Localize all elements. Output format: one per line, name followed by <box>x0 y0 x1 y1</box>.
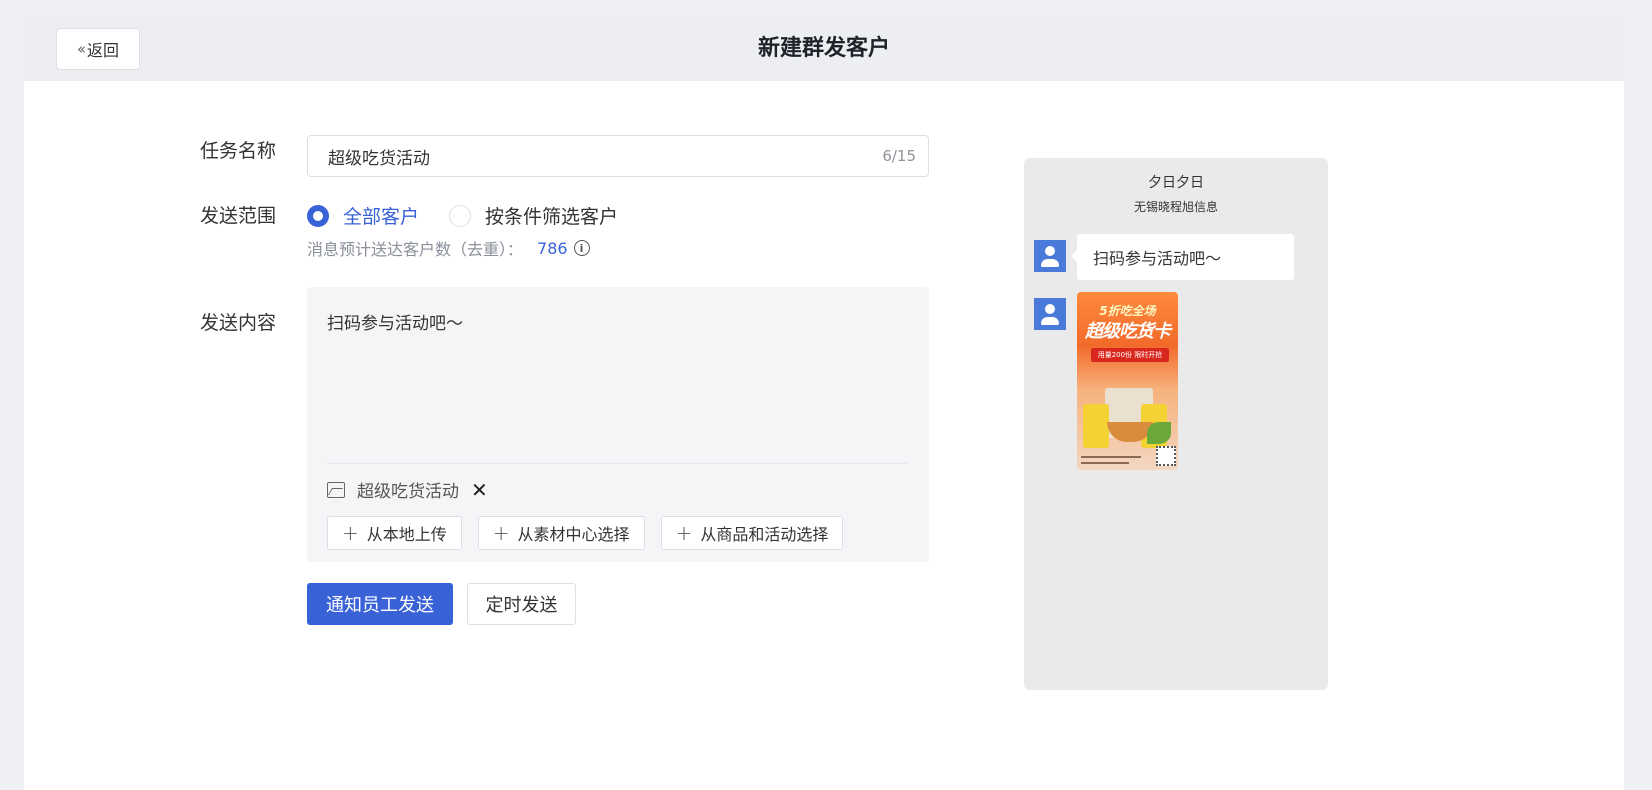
radio-all-customers[interactable]: 全部客户 <box>307 202 419 229</box>
select-material-button[interactable]: + 从素材中心选择 <box>477 516 645 550</box>
poster-footer-text <box>1081 462 1129 464</box>
scheduled-send-button[interactable]: 定时发送 <box>467 583 576 625</box>
back-button-label: 返回 <box>86 41 119 60</box>
radio-label: 按条件筛选客户 <box>485 206 619 228</box>
char-counter: 6/15 <box>882 147 916 165</box>
radio-filter-customers[interactable]: 按条件筛选客户 <box>449 202 618 229</box>
poster-line2: 超级吃货卡 <box>1085 321 1171 342</box>
select-product-label: 从商品和活动选择 <box>700 525 829 544</box>
radio-checked-icon <box>307 204 329 227</box>
content-editor[interactable]: 扫码参与活动吧～ 超级吃货活动 ✕ + 从本地上传 + 从素材中心选择 + 从商… <box>307 287 929 562</box>
task-name-value: 超级吃货活动 <box>328 148 430 169</box>
remove-attachment-icon[interactable]: ✕ <box>471 480 488 500</box>
attachment-item: 超级吃货活动 ✕ <box>327 477 488 502</box>
attachment-name: 超级吃货活动 <box>357 482 459 502</box>
poster-ribbon: 用量200份 限时开抢 <box>1091 348 1169 362</box>
main-panel: 新建群发客户 ‹‹ 返回 任务名称 超级吃货活动 6/15 发送范围 全部客户 … <box>24 16 1624 790</box>
top-bar: 新建群发客户 ‹‹ 返回 <box>24 16 1624 81</box>
user-icon <box>1045 246 1055 256</box>
task-name-label: 任务名称 <box>200 140 277 162</box>
estimate-count: 786 <box>537 238 568 258</box>
plus-icon: + <box>492 521 510 545</box>
poster-leaf <box>1147 422 1171 444</box>
info-icon[interactable]: i <box>573 240 590 256</box>
double-chevron-left-icon: ‹‹ <box>76 40 86 58</box>
select-material-label: 从素材中心选择 <box>517 525 630 544</box>
plus-icon: + <box>675 521 693 545</box>
select-product-button[interactable]: + 从商品和活动选择 <box>660 516 844 550</box>
notify-send-button[interactable]: 通知员工发送 <box>307 583 453 625</box>
content-text[interactable]: 扫码参与活动吧～ <box>327 309 463 334</box>
preview-poster-image: 5折吃全场 超级吃货卡 用量200份 限时开抢 <box>1077 292 1178 470</box>
upload-local-label: 从本地上传 <box>366 525 447 544</box>
poster-footer-text <box>1081 456 1141 458</box>
plus-icon: + <box>342 521 359 545</box>
estimate-row: 消息预计送达客户数（去重）： 786 i <box>307 236 590 260</box>
avatar <box>1034 298 1066 330</box>
radio-label: 全部客户 <box>343 206 420 228</box>
task-name-input[interactable]: 超级吃货活动 6/15 <box>307 135 929 177</box>
upload-local-button[interactable]: + 从本地上传 <box>327 516 462 550</box>
estimate-text: 消息预计送达客户数（去重）： <box>307 240 524 259</box>
image-icon <box>327 481 345 498</box>
avatar <box>1034 240 1066 272</box>
message-preview: 夕日夕日 无锡晓程旭信息 扫码参与活动吧～ 5折吃全场 超级吃货卡 用量200份… <box>1024 158 1328 690</box>
preview-message-bubble: 扫码参与活动吧～ <box>1071 234 1294 280</box>
preview-company: 无锡晓程旭信息 <box>1133 200 1218 214</box>
user-icon <box>1045 304 1055 314</box>
poster-product <box>1083 404 1109 448</box>
content-label: 发送内容 <box>200 312 277 334</box>
page-title: 新建群发客户 <box>757 36 890 61</box>
source-buttons: + 从本地上传 + 从素材中心选择 + 从商品和活动选择 <box>327 516 859 550</box>
preview-contact-name: 夕日夕日 <box>1148 175 1204 191</box>
radio-unchecked-icon <box>449 204 471 227</box>
scope-label: 发送范围 <box>200 205 277 227</box>
back-button[interactable]: ‹‹ 返回 <box>56 28 140 70</box>
content-divider <box>327 463 907 464</box>
qr-code-icon <box>1156 446 1176 466</box>
